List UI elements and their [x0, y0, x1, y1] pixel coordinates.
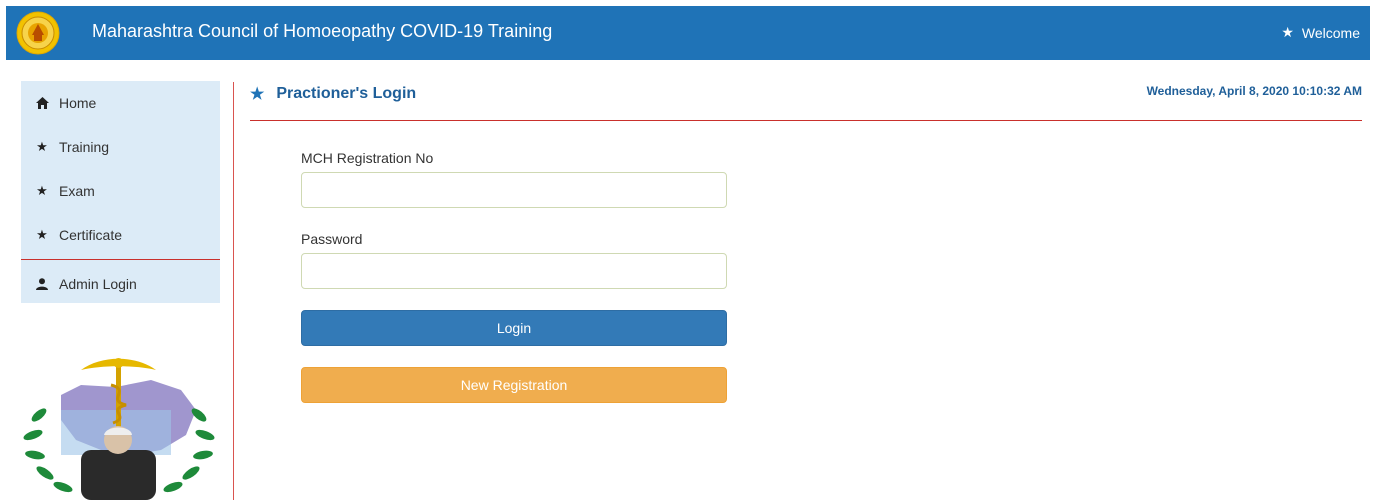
star-icon: ★ — [36, 139, 48, 154]
welcome-label: Welcome — [1301, 24, 1360, 41]
registration-no-label: MCH Registration No — [301, 150, 434, 166]
password-input[interactable] — [301, 253, 727, 289]
homoeopathy-emblem — [23, 358, 215, 500]
new-registration-button[interactable]: New Registration — [301, 367, 727, 403]
sidebar-item-training[interactable]: ★ Training — [21, 125, 220, 169]
sidebar-item-exam[interactable]: ★ Exam — [21, 169, 220, 213]
welcome-link[interactable]: ★ Welcome — [1281, 24, 1360, 41]
sidebar-item-label: Certificate — [59, 227, 123, 243]
sidebar-item-admin-login[interactable]: Admin Login — [21, 262, 220, 306]
registration-no-input[interactable] — [301, 172, 727, 208]
page-title-text: Practioner's Login — [276, 85, 417, 102]
login-form: MCH Registration No Password Login New R… — [301, 150, 727, 403]
home-icon — [35, 97, 49, 109]
council-seal-logo[interactable] — [16, 11, 60, 55]
sidebar-item-label: Home — [59, 95, 97, 111]
star-icon: ★ — [36, 183, 48, 198]
user-icon — [35, 278, 49, 290]
sidebar-item-label: Exam — [59, 183, 95, 199]
top-navbar: Maharashtra Council of Homoeopathy COVID… — [6, 6, 1370, 60]
page-header: ★ Practioner's Login Wednesday, April 8,… — [250, 82, 1362, 121]
content-divider — [233, 82, 234, 500]
sidebar-divider — [21, 259, 220, 260]
login-button[interactable]: Login — [301, 310, 727, 346]
password-label: Password — [301, 231, 363, 247]
sidebar-item-label: Training — [59, 139, 110, 155]
page-title: ★ Practioner's Login — [250, 84, 416, 104]
star-icon: ★ — [1281, 24, 1294, 40]
sidebar-item-home[interactable]: Home — [21, 81, 220, 125]
sidebar: Home ★ Training ★ Exam ★ Certificate Adm… — [21, 81, 220, 303]
sidebar-item-label: Admin Login — [59, 276, 137, 292]
app-title: Maharashtra Council of Homoeopathy COVID… — [92, 21, 553, 41]
star-icon: ★ — [36, 227, 48, 242]
star-icon: ★ — [250, 86, 265, 103]
sidebar-item-certificate[interactable]: ★ Certificate — [21, 213, 220, 257]
current-datetime: Wednesday, April 8, 2020 10:10:32 AM — [1146, 84, 1362, 98]
